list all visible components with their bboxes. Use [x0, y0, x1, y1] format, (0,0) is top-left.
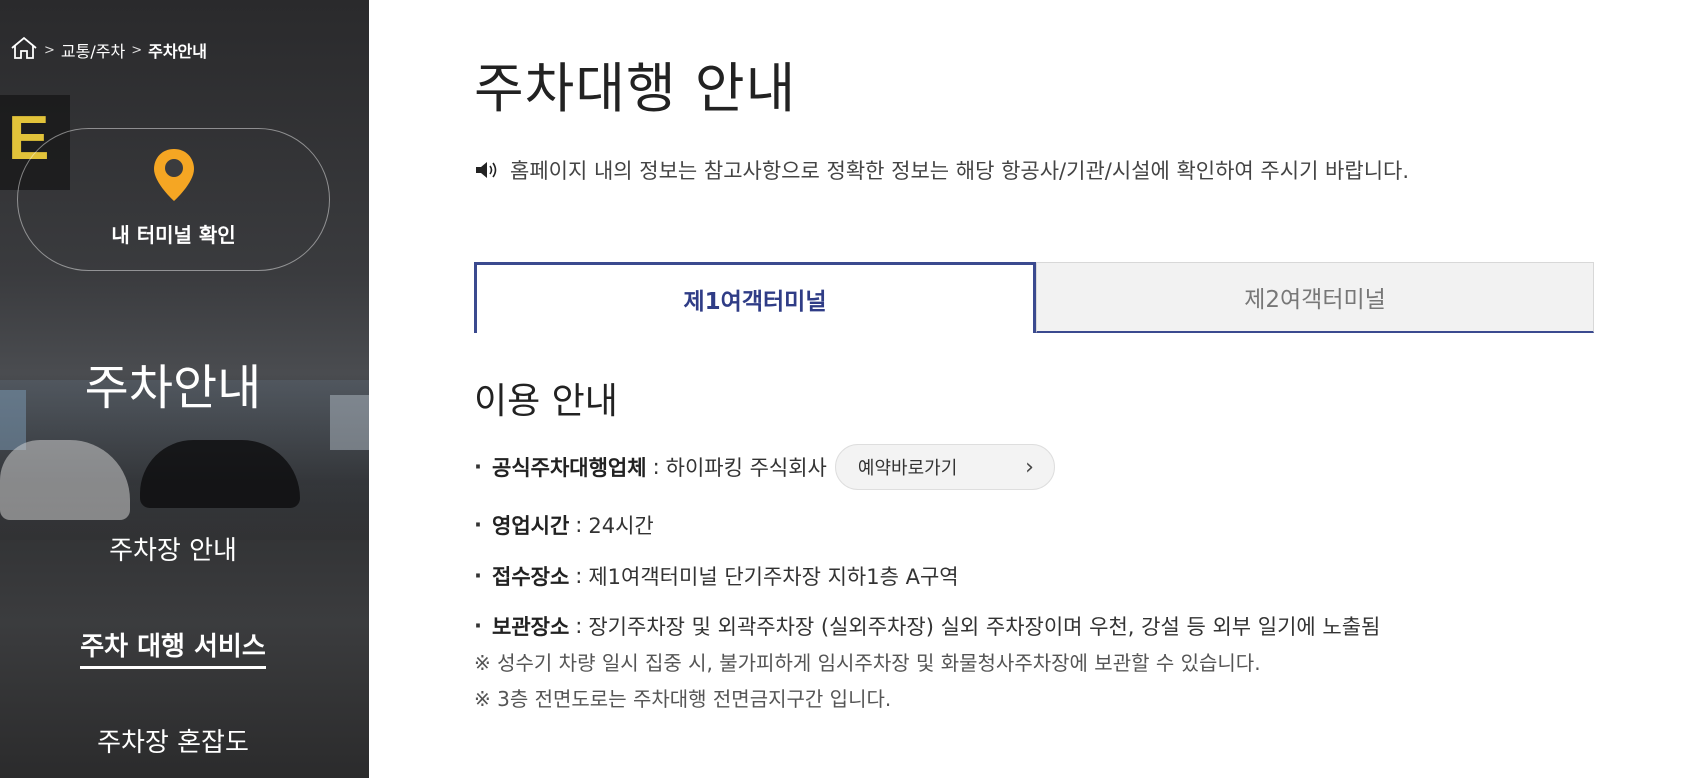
- info-row-reception: · 접수장소 : 제1여객터미널 단기주차장 지하1층 A구역: [474, 561, 959, 591]
- chevron-right-icon: >: [44, 42, 55, 58]
- location-pin-icon: [153, 149, 194, 201]
- my-terminal-check-button[interactable]: 내 터미널 확인: [17, 128, 330, 271]
- info-key: 공식주차대행업체: [492, 456, 647, 480]
- info-key: 보관장소: [492, 615, 570, 639]
- info-row-operator: · 공식주차대행업체 : 하이파킹 주식회사 예약바로가기 ›: [474, 444, 1055, 490]
- info-key: 접수장소: [492, 565, 570, 589]
- note-text: ※ 3층 전면도로는 주차대행 전면금지구간 입니다.: [474, 687, 892, 711]
- info-row-hours: · 영업시간 : 24시간: [474, 510, 654, 540]
- reserve-button-label: 예약바로가기: [857, 458, 958, 479]
- chevron-right-icon: >: [131, 42, 143, 58]
- bullet: ·: [474, 564, 482, 588]
- sidebar-item-parking-congestion[interactable]: 주차장 혼잡도: [0, 722, 346, 759]
- bullet: ·: [474, 455, 482, 479]
- info-colon: :: [652, 455, 660, 479]
- info-key: 영업시간: [492, 514, 570, 538]
- page-title: 주차대행 안내: [474, 57, 797, 120]
- info-colon: :: [575, 564, 583, 588]
- sidebar-item-valet-service[interactable]: 주차 대행 서비스: [0, 626, 346, 669]
- breadcrumb: > 교통/주차 > 주차안내: [10, 36, 207, 64]
- sidebar-title: 주차안내: [84, 360, 262, 416]
- info-colon: :: [575, 513, 583, 537]
- terminal-tabs: 제1여객터미널 제2여객터미널: [474, 262, 1594, 333]
- speaker-icon: [476, 162, 497, 178]
- terminal-check-label: 내 터미널 확인: [111, 223, 236, 247]
- info-value: 장기주차장 및 외곽주차장 (실외주차장) 실외 주차장이며 우천, 강설 등 …: [588, 615, 1381, 639]
- info-value: 제1여객터미널 단기주차장 지하1층 A구역: [588, 565, 959, 589]
- info-colon: :: [575, 614, 583, 638]
- breadcrumb-item[interactable]: 교통/주차: [61, 38, 125, 62]
- note-text: ※ 성수기 차량 일시 집중 시, 불가피하게 임시주차장 및 화물청사주차장에…: [474, 651, 1261, 675]
- notice-text: 홈페이지 내의 정보는 참고사항으로 정확한 정보는 해당 항공사/기관/시설에…: [510, 159, 1410, 183]
- sidebar-item-parking-guide[interactable]: 주차장 안내: [0, 530, 346, 567]
- main-content: 주차대행 안내 홈페이지 내의 정보는 참고사항으로 정확한 정보는 해당 항공…: [474, 0, 1604, 778]
- reserve-button[interactable]: 예약바로가기 ›: [834, 444, 1055, 490]
- breadcrumb-current: 주차안내: [148, 42, 207, 61]
- chevron-right-icon: ›: [1025, 454, 1034, 480]
- info-row-storage: · 보관장소 : 장기주차장 및 외곽주차장 (실외주차장) 실외 주차장이며 …: [474, 611, 1380, 641]
- background-car: [140, 440, 300, 508]
- info-value: 24시간: [588, 514, 654, 538]
- home-icon[interactable]: [10, 36, 38, 64]
- bullet: ·: [474, 513, 482, 537]
- tab-terminal-1[interactable]: 제1여객터미널: [474, 262, 1036, 333]
- sidebar: E > 교통/주차 > 주차안내 내 터미널 확인 주차안내 주차장 안내 주차…: [0, 0, 369, 778]
- info-value: 하이파킹 주식회사: [665, 456, 827, 480]
- bullet: ·: [474, 614, 482, 638]
- notice: 홈페이지 내의 정보는 참고사항으로 정확한 정보는 해당 항공사/기관/시설에…: [474, 155, 1409, 185]
- section-title: 이용 안내: [474, 381, 618, 422]
- tab-terminal-2[interactable]: 제2여객터미널: [1036, 262, 1594, 333]
